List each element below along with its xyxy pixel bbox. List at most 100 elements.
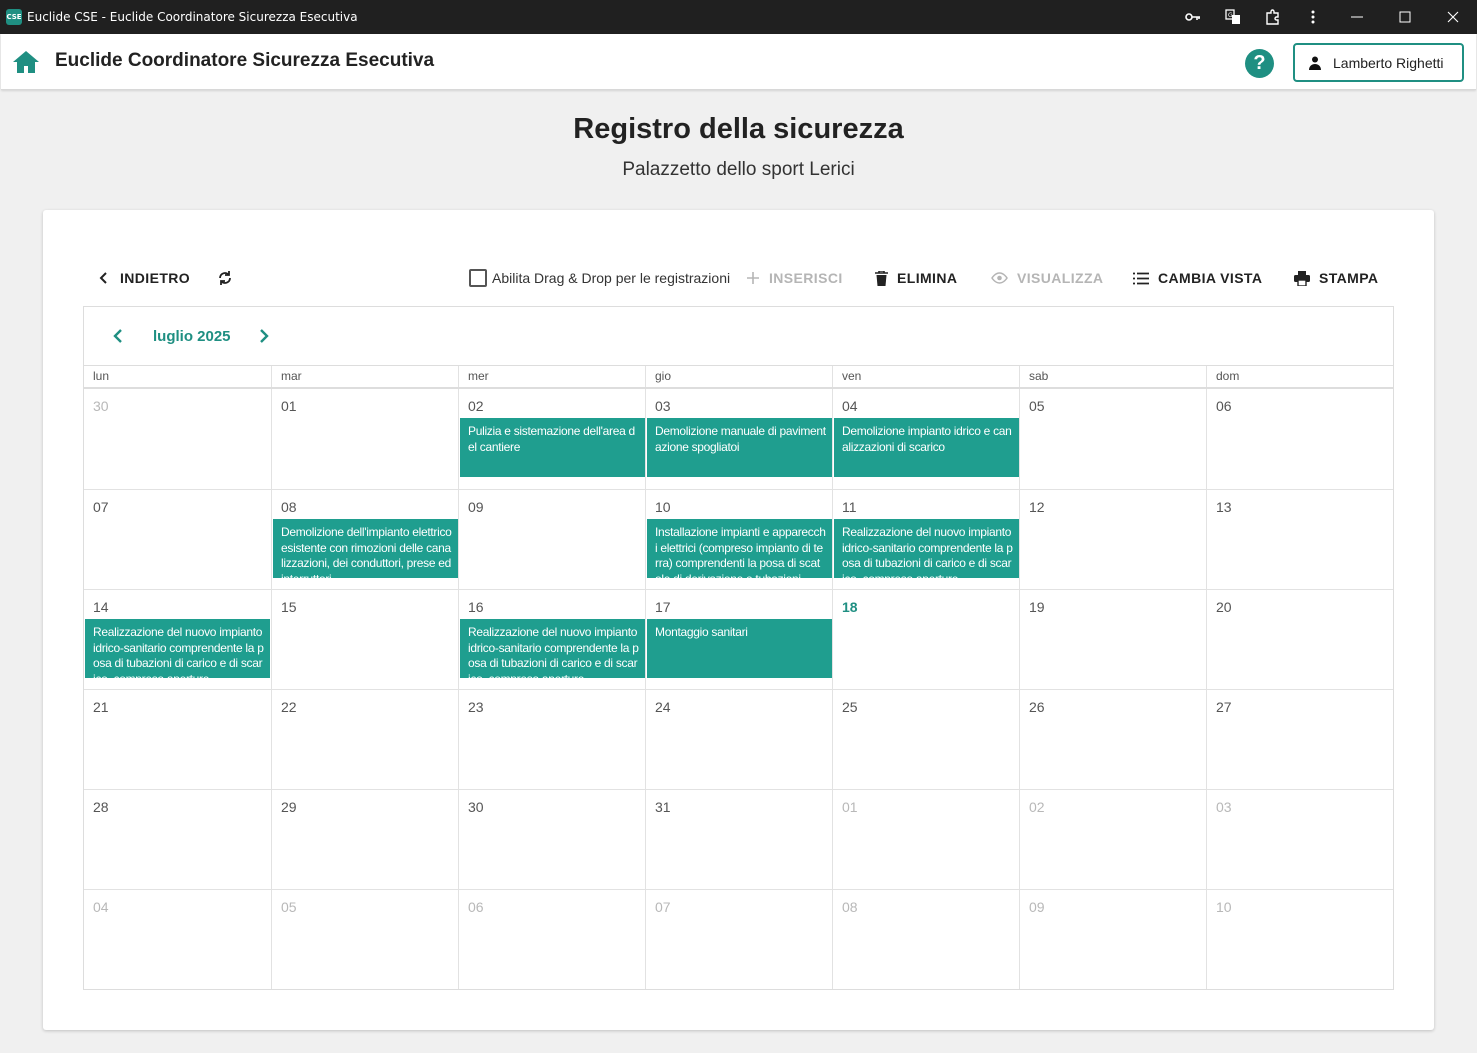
- day-cell[interactable]: 28: [84, 789, 271, 889]
- day-cell[interactable]: 07: [645, 889, 832, 989]
- day-cell[interactable]: 22: [271, 689, 458, 789]
- day-cell[interactable]: 24: [645, 689, 832, 789]
- day-cell[interactable]: 02 Pulizia e sistemazione dell'area del c…: [458, 389, 645, 489]
- change-view-button[interactable]: CAMBIA VISTA: [1133, 268, 1262, 288]
- day-cell[interactable]: 12: [1019, 489, 1206, 589]
- day-number: 20: [1216, 599, 1232, 615]
- day-cell[interactable]: 13: [1206, 489, 1393, 589]
- day-cell[interactable]: 08 Demolizione dell'impianto elettrico es…: [271, 489, 458, 589]
- translate-icon[interactable]: G: [1213, 0, 1253, 34]
- day-number: 19: [1029, 599, 1045, 615]
- day-cell[interactable]: 05: [1019, 389, 1206, 489]
- day-cell[interactable]: 11 Realizzazione del nuovo impianto idric…: [832, 489, 1019, 589]
- day-number: 06: [1216, 398, 1232, 414]
- day-cell[interactable]: 06: [1206, 389, 1393, 489]
- day-cell[interactable]: 20: [1206, 589, 1393, 689]
- day-cell[interactable]: 19: [1019, 589, 1206, 689]
- day-cell[interactable]: 04 Demolizione impianto idrico e canalizz…: [832, 389, 1019, 489]
- month-label[interactable]: luglio 2025: [153, 328, 231, 345]
- day-number-today: 18: [842, 599, 858, 615]
- day-cell[interactable]: 04: [84, 889, 271, 989]
- weekday-label: mar: [271, 366, 458, 387]
- dragdrop-toggle[interactable]: Abilita Drag & Drop per le registrazioni: [469, 268, 730, 288]
- minimize-icon[interactable]: [1333, 0, 1381, 34]
- day-cell[interactable]: 10: [1206, 889, 1393, 989]
- day-cell[interactable]: 31: [645, 789, 832, 889]
- day-number: 04: [842, 398, 858, 414]
- day-number: 05: [1029, 398, 1045, 414]
- refresh-button[interactable]: [217, 268, 242, 288]
- plus-icon: [747, 272, 759, 284]
- day-number: 31: [655, 799, 671, 815]
- day-cell[interactable]: 15: [271, 589, 458, 689]
- calendar-event[interactable]: Realizzazione del nuovo impianto idrico-…: [460, 619, 645, 678]
- day-cell[interactable]: 09: [458, 489, 645, 589]
- help-icon[interactable]: ?: [1245, 49, 1274, 78]
- day-cell[interactable]: 26: [1019, 689, 1206, 789]
- day-number: 23: [468, 699, 484, 715]
- key-icon[interactable]: [1173, 0, 1213, 34]
- print-button[interactable]: STAMPA: [1294, 268, 1378, 288]
- day-cell[interactable]: 14 Realizzazione del nuovo impianto idric…: [84, 589, 271, 689]
- close-icon[interactable]: [1429, 0, 1477, 34]
- day-number: 13: [1216, 499, 1232, 515]
- day-cell[interactable]: 17 Montaggio sanitari: [645, 589, 832, 689]
- page-subtitle: Palazzetto dello sport Lerici: [622, 159, 855, 180]
- day-cell[interactable]: 08: [832, 889, 1019, 989]
- chevron-right-icon: [260, 329, 269, 343]
- day-cell[interactable]: 01: [271, 389, 458, 489]
- insert-button[interactable]: INSERISCI: [746, 268, 843, 288]
- day-cell[interactable]: 27: [1206, 689, 1393, 789]
- extensions-icon[interactable]: [1253, 0, 1293, 34]
- calendar-event[interactable]: Installazione impianti e apparecchi elet…: [647, 519, 832, 578]
- view-button-label: VISUALIZZA: [1017, 270, 1104, 286]
- calendar-event[interactable]: Realizzazione del nuovo impianto idrico-…: [834, 519, 1019, 578]
- day-cell[interactable]: 09: [1019, 889, 1206, 989]
- change-view-button-label: CAMBIA VISTA: [1158, 270, 1263, 286]
- dragdrop-checkbox[interactable]: [469, 269, 487, 287]
- calendar-event[interactable]: Demolizione dell'impianto elettrico esis…: [273, 519, 458, 578]
- day-number: 09: [468, 499, 484, 515]
- day-number: 24: [655, 699, 671, 715]
- calendar-event[interactable]: Demolizione impianto idrico e canalizzaz…: [834, 418, 1019, 477]
- refresh-icon: [219, 271, 231, 285]
- more-vert-icon[interactable]: [1293, 0, 1333, 34]
- day-cell[interactable]: 25: [832, 689, 1019, 789]
- calendar-event[interactable]: Pulizia e sistemazione dell'area del can…: [460, 418, 645, 477]
- calendar-nav: luglio 2025: [84, 307, 1393, 366]
- day-cell[interactable]: 23: [458, 689, 645, 789]
- day-cell[interactable]: 30: [458, 789, 645, 889]
- calendar-event[interactable]: Realizzazione del nuovo impianto idrico-…: [85, 619, 270, 678]
- day-cell[interactable]: 06: [458, 889, 645, 989]
- weekday-label: lun: [93, 369, 110, 383]
- chevron-left-icon: [99, 272, 107, 284]
- day-cell[interactable]: 29: [271, 789, 458, 889]
- day-cell[interactable]: 01: [832, 789, 1019, 889]
- dragdrop-label: Abilita Drag & Drop per le registrazioni: [492, 270, 731, 286]
- day-cell[interactable]: 21: [84, 689, 271, 789]
- calendar-event[interactable]: Montaggio sanitari: [647, 619, 832, 678]
- view-button[interactable]: VISUALIZZA: [991, 268, 1103, 288]
- delete-button[interactable]: ELIMINA: [875, 268, 957, 288]
- day-cell[interactable]: 03 Demolizione manuale di pavimentazione …: [645, 389, 832, 489]
- day-number: 10: [655, 499, 671, 515]
- day-cell[interactable]: 18: [832, 589, 1019, 689]
- day-cell[interactable]: 10 Installazione impianti e apparecchi el…: [645, 489, 832, 589]
- home-icon[interactable]: [12, 49, 40, 75]
- day-cell[interactable]: 03: [1206, 789, 1393, 889]
- back-button[interactable]: INDIETRO: [97, 268, 190, 288]
- day-number: 22: [281, 699, 297, 715]
- user-menu-button[interactable]: Lamberto Righetti: [1293, 43, 1464, 82]
- prev-month-button[interactable]: [110, 327, 126, 345]
- day-cell[interactable]: 16 Realizzazione del nuovo impianto idric…: [458, 589, 645, 689]
- day-cell[interactable]: 07: [84, 489, 271, 589]
- maximize-icon[interactable]: [1381, 0, 1429, 34]
- day-number: 03: [655, 398, 671, 414]
- svg-text:G: G: [1228, 12, 1233, 19]
- print-button-label: STAMPA: [1319, 270, 1379, 286]
- calendar-event[interactable]: Demolizione manuale di pavimentazione sp…: [647, 418, 832, 477]
- day-cell[interactable]: 05: [271, 889, 458, 989]
- next-month-button[interactable]: [256, 327, 272, 345]
- day-cell[interactable]: 02: [1019, 789, 1206, 889]
- day-cell[interactable]: 30: [84, 389, 271, 489]
